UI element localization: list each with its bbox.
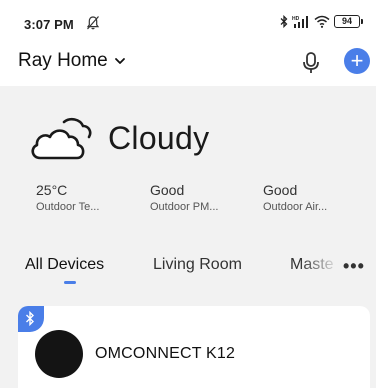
device-image <box>35 330 83 378</box>
cloud-icon <box>31 117 92 160</box>
active-tab-indicator <box>64 281 76 284</box>
wifi-icon <box>314 15 330 28</box>
bluetooth-badge <box>18 306 44 332</box>
metric-value: 25°C <box>36 182 68 198</box>
plus-icon: + <box>350 48 364 73</box>
bell-off-icon <box>86 16 100 30</box>
tab-all-devices[interactable]: All Devices <box>25 256 104 274</box>
status-time: 3:07 PM <box>24 17 74 32</box>
device-name: OMCONNECT K12 <box>95 345 236 362</box>
bluetooth-icon <box>280 15 288 28</box>
home-bar: Ray Home + <box>0 44 376 86</box>
metric-label: Outdoor Te... <box>36 201 100 213</box>
metric-value: Good <box>150 182 185 198</box>
metric-air[interactable]: Good Outdoor Air... <box>263 182 363 213</box>
home-selector[interactable]: Ray Home <box>18 50 126 72</box>
metric-label: Outdoor Air... <box>263 201 328 213</box>
metric-pm[interactable]: Good Outdoor PM... <box>150 182 250 213</box>
weather-condition: Cloudy <box>108 120 210 156</box>
device-card[interactable]: OMCONNECT K12 <box>18 306 370 388</box>
tab-living-room[interactable]: Living Room <box>153 256 242 274</box>
more-tabs-button[interactable]: ••• <box>343 256 365 277</box>
status-bar: 3:07 PM HD 94 <box>0 0 376 44</box>
battery-level: 94 <box>341 16 352 26</box>
room-tabs: All Devices Living Room Maste ••• <box>0 248 376 288</box>
battery-icon: 94 <box>334 15 363 28</box>
home-name: Ray Home <box>18 50 108 71</box>
signal-icon: HD <box>292 16 308 28</box>
metric-value: Good <box>263 182 298 198</box>
tab-fade <box>300 248 340 288</box>
chevron-down-icon <box>114 58 125 64</box>
metric-label: Outdoor PM... <box>150 201 219 213</box>
status-icons: HD 94 <box>280 15 363 28</box>
top-header-area: 3:07 PM HD 94 Ray Home + <box>0 0 376 86</box>
svg-text:HD: HD <box>292 16 300 22</box>
metric-temperature[interactable]: 25°C Outdoor Te... <box>36 182 136 213</box>
weather-panel: Cloudy 25°C Outdoor Te... Good Outdoor P… <box>0 86 376 226</box>
bluetooth-icon <box>26 311 34 326</box>
microphone-icon[interactable] <box>300 51 322 75</box>
add-device-button[interactable]: + <box>344 48 370 74</box>
